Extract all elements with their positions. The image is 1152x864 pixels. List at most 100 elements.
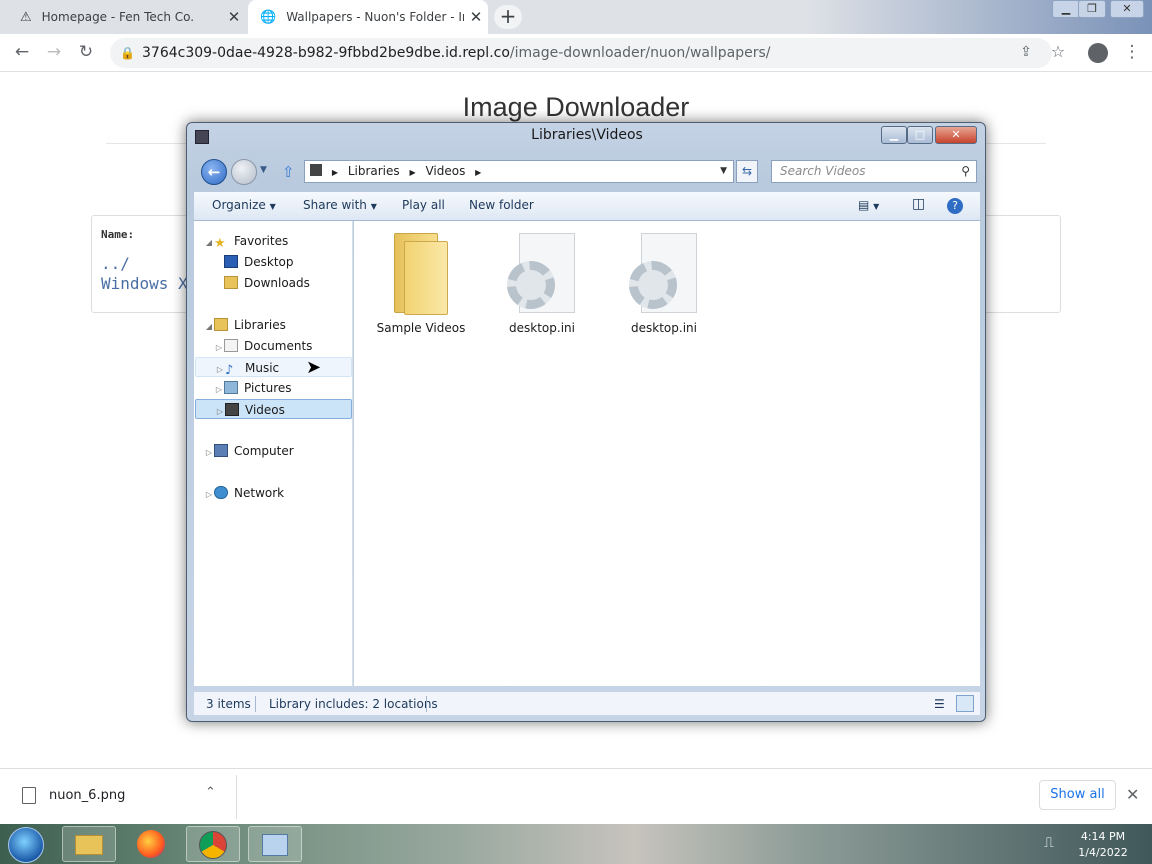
search-placeholder: Search Videos bbox=[780, 164, 866, 178]
nav-documents[interactable]: ▷ Documents bbox=[194, 336, 353, 356]
download-filename[interactable]: nuon_6.png bbox=[49, 788, 125, 803]
file-name: Sample Videos bbox=[376, 321, 466, 335]
details-view-icon[interactable]: ☰ bbox=[934, 692, 945, 716]
star-icon: ★ bbox=[214, 236, 226, 251]
minimize-button[interactable]: ▁ bbox=[1052, 0, 1080, 18]
chevron-right-icon[interactable]: ▶ bbox=[409, 168, 415, 177]
share-with-button[interactable]: Share with ▼ bbox=[303, 198, 377, 212]
organize-button[interactable]: Organize ▼ bbox=[212, 198, 276, 212]
browser-toolbar: ← → ↻ 🔒 3764c309-0dae-4928-b982-9fbbd2be… bbox=[0, 34, 1152, 72]
view-options-icon[interactable]: ▤ ▼ bbox=[858, 198, 879, 212]
divider bbox=[426, 696, 427, 712]
downloads-folder-icon bbox=[224, 276, 238, 289]
chevron-right-icon[interactable]: ▶ bbox=[475, 168, 481, 177]
download-shelf: nuon_6.png ⌃ ✕ bbox=[0, 768, 1152, 824]
large-icons-view-icon[interactable] bbox=[956, 695, 974, 712]
dropdown-arrow-icon[interactable]: ▼ bbox=[720, 161, 727, 182]
videos-icon bbox=[225, 403, 239, 416]
show-all-button[interactable]: Show all bbox=[1039, 780, 1116, 810]
nav-music[interactable]: ▷ ♪ Music bbox=[195, 357, 352, 377]
video-library-icon bbox=[310, 164, 322, 176]
refresh-button[interactable]: ⇆ bbox=[736, 160, 758, 183]
bookmark-star-icon[interactable]: ☆ bbox=[1046, 42, 1070, 64]
network-tray-icon[interactable]: ⎍ bbox=[1044, 835, 1054, 851]
music-note-icon: ♪ bbox=[225, 363, 234, 378]
page-title: Image Downloader bbox=[462, 92, 690, 122]
back-button[interactable]: ← bbox=[201, 159, 227, 185]
nav-favorites[interactable]: ◢ ★ Favorites bbox=[194, 231, 353, 251]
recent-pages-icon[interactable]: ▼ bbox=[260, 165, 267, 175]
desktop-icon bbox=[224, 255, 238, 268]
divider bbox=[236, 775, 237, 819]
tab-wallpapers[interactable]: 🌐 Wallpapers - Nuon's Folder - Ima ✕ bbox=[248, 0, 488, 34]
nav-libraries[interactable]: ◢ Libraries bbox=[194, 315, 353, 335]
taskbar: ⎍ bbox=[0, 824, 1152, 864]
address-bar[interactable]: 🔒 3764c309-0dae-4928-b982-9fbbd2be9dbe.i… bbox=[110, 38, 1052, 68]
forward-button[interactable]: → bbox=[42, 42, 66, 64]
close-button[interactable]: ✕ bbox=[935, 126, 977, 144]
reload-button[interactable]: ↻ bbox=[74, 42, 98, 64]
control-panel-taskbar-icon[interactable] bbox=[248, 826, 302, 862]
restore-button[interactable]: ❐ bbox=[1078, 0, 1106, 18]
preview-pane-icon[interactable]: ◫ bbox=[912, 196, 925, 212]
name-column-header: Name: bbox=[101, 228, 135, 241]
tab-title: Wallpapers - Nuon's Folder - Ima bbox=[286, 10, 464, 24]
file-item[interactable]: desktop.ini bbox=[609, 233, 719, 335]
close-tab-icon[interactable]: ✕ bbox=[464, 8, 488, 26]
explorer-window: Libraries\Videos ▁ □ ✕ ← ▼ ⇧ ▶ Libraries… bbox=[186, 122, 986, 722]
clock-date: 1/4/2022 bbox=[1078, 846, 1128, 859]
pictures-icon bbox=[224, 381, 238, 394]
new-folder-button[interactable]: New folder bbox=[469, 198, 534, 212]
network-icon bbox=[214, 486, 228, 499]
new-tab-button[interactable]: + bbox=[494, 5, 522, 29]
search-icon[interactable]: ⚲ bbox=[961, 161, 970, 182]
minimize-button[interactable]: ▁ bbox=[881, 126, 907, 144]
parent-dir-link[interactable]: ../ bbox=[101, 254, 130, 273]
close-window-button[interactable]: ✕ bbox=[1110, 0, 1144, 18]
play-all-button[interactable]: Play all bbox=[402, 198, 445, 212]
breadcrumb-videos[interactable]: Videos bbox=[425, 164, 465, 178]
up-arrow-icon[interactable]: ⇧ bbox=[282, 163, 295, 181]
url-host: 3764c309-0dae-4928-b982-9fbbd2be9dbe.id.… bbox=[142, 45, 510, 61]
explorer-taskbar-icon[interactable] bbox=[62, 826, 116, 862]
address-bar[interactable]: ▶ Libraries ▶ Videos ▶ ▼ bbox=[304, 160, 734, 183]
item-count: 3 items bbox=[206, 697, 251, 711]
file-list: Sample Videos desktop.ini desktop.ini bbox=[354, 221, 980, 686]
close-shelf-icon[interactable]: ✕ bbox=[1126, 785, 1139, 804]
nav-computer[interactable]: ▷ Computer bbox=[194, 441, 353, 461]
breadcrumb-libraries[interactable]: Libraries bbox=[348, 164, 400, 178]
file-item[interactable]: desktop.ini bbox=[487, 233, 597, 335]
profile-avatar[interactable] bbox=[1088, 43, 1108, 63]
maximize-button[interactable]: □ bbox=[907, 126, 933, 144]
menu-icon[interactable]: ⋮ bbox=[1120, 42, 1144, 64]
help-icon[interactable]: ? bbox=[947, 198, 963, 214]
forward-button[interactable] bbox=[231, 159, 257, 185]
firefox-taskbar-icon[interactable] bbox=[124, 826, 178, 862]
nav-downloads[interactable]: Downloads bbox=[194, 273, 353, 293]
tab-title: Homepage - Fen Tech Co. bbox=[41, 10, 195, 24]
system-clock[interactable]: 4:14 PM 1/4/2022 bbox=[1068, 829, 1138, 861]
tab-homepage[interactable]: ⚠ Homepage - Fen Tech Co. ✕ bbox=[8, 0, 246, 34]
search-input[interactable]: Search Videos ⚲ bbox=[771, 160, 977, 183]
share-icon[interactable]: ⇪ bbox=[1014, 42, 1038, 64]
nav-videos[interactable]: ▷ Videos bbox=[195, 399, 352, 419]
nav-pictures[interactable]: ▷ Pictures bbox=[194, 378, 353, 398]
close-tab-icon[interactable]: ✕ bbox=[222, 8, 246, 26]
libraries-icon bbox=[214, 318, 228, 331]
computer-icon bbox=[214, 444, 228, 457]
folder-link[interactable]: Windows X bbox=[101, 274, 188, 293]
start-button[interactable] bbox=[8, 827, 44, 863]
window-title: Libraries\Videos bbox=[531, 127, 643, 143]
nav-network[interactable]: ▷ Network bbox=[194, 483, 353, 503]
divider bbox=[255, 696, 256, 712]
status-bar: 3 items Library includes: 2 locations ☰ bbox=[194, 691, 980, 715]
chrome-taskbar-icon[interactable] bbox=[186, 826, 240, 862]
settings-gear-file-icon bbox=[623, 233, 705, 315]
url-path: /image-downloader/nuon/wallpapers/ bbox=[509, 45, 771, 61]
lock-icon: 🔒 bbox=[120, 46, 135, 60]
back-button[interactable]: ← bbox=[10, 42, 34, 64]
chevron-up-icon[interactable]: ⌃ bbox=[205, 785, 216, 800]
file-item[interactable]: Sample Videos bbox=[366, 233, 476, 335]
documents-icon bbox=[224, 339, 238, 352]
nav-desktop[interactable]: Desktop bbox=[194, 252, 353, 272]
